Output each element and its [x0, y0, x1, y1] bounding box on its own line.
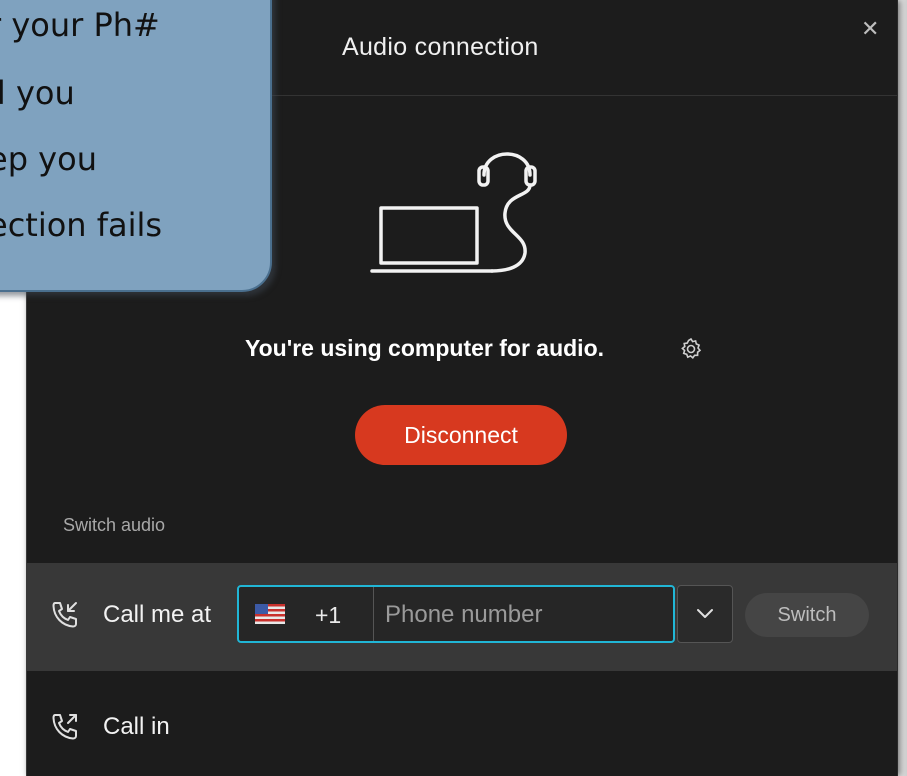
phone-number-field[interactable]: +1	[237, 585, 675, 643]
phone-outgoing-icon	[52, 714, 77, 740]
switch-button[interactable]: Switch	[745, 593, 869, 637]
tooltip-line-2: ll you	[0, 74, 75, 112]
switch-audio-label: Switch audio	[63, 515, 166, 535]
tooltip-line-3: ep you	[0, 140, 97, 178]
callout-tooltip: r your Ph# ll you ep you ection fails	[0, 0, 272, 292]
call-in-row[interactable]: Call in	[27, 671, 897, 776]
tooltip-line-1: r your Ph#	[0, 6, 160, 44]
phone-incoming-icon	[52, 602, 77, 628]
phone-number-input[interactable]	[383, 595, 667, 635]
us-flag-icon[interactable]	[255, 604, 285, 624]
audio-status-text: You're using computer for audio.	[245, 335, 605, 361]
call-me-label: Call me at	[103, 601, 212, 628]
chevron-down-icon	[697, 609, 713, 618]
tooltip-line-4: ection fails	[0, 206, 163, 244]
dialog-title: Audio connection	[342, 33, 539, 61]
call-in-label: Call in	[103, 713, 170, 740]
computer-headset-illustration	[370, 152, 537, 273]
call-me-at-row[interactable]: Call me at +1 Switch	[27, 563, 897, 671]
field-divider	[373, 587, 374, 641]
disconnect-button[interactable]: Disconnect	[355, 405, 567, 465]
close-icon[interactable]: ✕	[861, 18, 879, 40]
gear-icon[interactable]	[679, 337, 703, 361]
country-code[interactable]: +1	[315, 602, 341, 629]
phone-history-dropdown[interactable]	[677, 585, 733, 643]
